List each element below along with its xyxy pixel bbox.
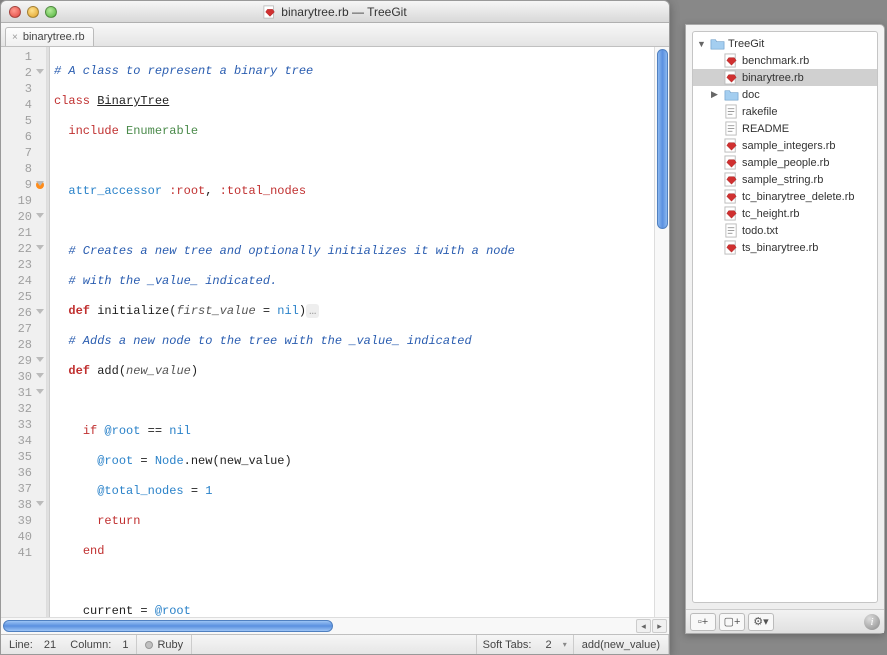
line-number[interactable]: 1 <box>1 49 46 65</box>
line-number[interactable]: 32 <box>1 401 46 417</box>
tree-item-benchmark-rb[interactable]: benchmark.rb <box>693 52 877 69</box>
tree-item-ts-binarytree-rb[interactable]: ts_binarytree.rb <box>693 239 877 256</box>
disclosure-triangle-icon[interactable]: ▼ <box>697 39 707 49</box>
tree-item-todo-txt[interactable]: todo.txt <box>693 222 877 239</box>
tree-item-tc-height-rb[interactable]: tc_height.rb <box>693 205 877 222</box>
line-number[interactable]: 39 <box>1 513 46 529</box>
line-number[interactable]: 31 <box>1 385 46 401</box>
language-selector[interactable]: Ruby <box>137 635 192 654</box>
line-number[interactable]: 30 <box>1 369 46 385</box>
line-number[interactable]: 3 <box>1 81 46 97</box>
language-dot-icon <box>145 641 153 649</box>
tree-item-label: README <box>742 123 789 135</box>
tree-root[interactable]: ▼TreeGit <box>693 35 877 52</box>
tree-item-label: doc <box>742 89 760 101</box>
line-number[interactable]: 2 <box>1 65 46 81</box>
tree-item-label: sample_string.rb <box>742 174 823 186</box>
line-number[interactable]: 36 <box>1 465 46 481</box>
project-drawer: ▼TreeGit benchmark.rb binarytree.rb ▶ doc rak… <box>685 24 885 634</box>
tree-item-label: benchmark.rb <box>742 55 809 67</box>
line-number[interactable]: 34 <box>1 433 46 449</box>
editor-window: binarytree.rb — TreeGit × binarytree.rb … <box>0 0 670 655</box>
window-title: binarytree.rb — TreeGit <box>1 5 669 19</box>
tree-item-label: tc_binarytree_delete.rb <box>742 191 855 203</box>
line-number[interactable]: 4 <box>1 97 46 113</box>
cursor-position[interactable]: Line: 21 Column: 1 <box>1 635 137 654</box>
minimize-button[interactable] <box>27 6 39 18</box>
tree-item-rakefile[interactable]: rakefile <box>693 103 877 120</box>
line-number[interactable]: 23 <box>1 257 46 273</box>
close-button[interactable] <box>9 6 21 18</box>
soft-tabs-selector[interactable]: Soft Tabs: 2 ▾ <box>477 635 574 654</box>
tree-item-sample-people-rb[interactable]: sample_people.rb <box>693 154 877 171</box>
line-number[interactable]: 38 <box>1 497 46 513</box>
tab-binarytree[interactable]: × binarytree.rb <box>5 27 94 46</box>
file-tree[interactable]: ▼TreeGit benchmark.rb binarytree.rb ▶ doc rak… <box>692 31 878 603</box>
tree-item-label: tc_height.rb <box>742 208 799 220</box>
new-folder-button[interactable]: ▢+ <box>719 613 745 631</box>
vertical-scrollbar[interactable] <box>654 47 669 617</box>
line-number[interactable]: 9 <box>1 177 46 193</box>
status-bar: Line: 21 Column: 1 Ruby Soft Tabs: 2 ▾ a… <box>1 634 669 654</box>
line-number[interactable]: 33 <box>1 417 46 433</box>
scope-selector[interactable]: add(new_value) <box>574 635 669 654</box>
disclosure-triangle-icon[interactable]: ▶ <box>711 89 721 100</box>
info-button[interactable]: i <box>864 614 880 630</box>
hscroll-thumb[interactable] <box>3 620 333 632</box>
line-gutter[interactable]: 1234567891920212223242526272829303132333… <box>1 47 47 617</box>
tree-item-label: binarytree.rb <box>742 72 804 84</box>
line-number[interactable]: 26 <box>1 305 46 321</box>
line-number[interactable]: 22 <box>1 241 46 257</box>
scroll-thumb[interactable] <box>657 49 668 229</box>
action-menu-button[interactable]: ⚙▾ <box>748 613 774 631</box>
tree-item-label: sample_integers.rb <box>742 140 836 152</box>
tree-item-tc-binarytree-delete-rb[interactable]: tc_binarytree_delete.rb <box>693 188 877 205</box>
traffic-lights <box>1 6 57 18</box>
tab-close-icon[interactable]: × <box>10 32 20 43</box>
line-number[interactable]: 40 <box>1 529 46 545</box>
tab-bar: × binarytree.rb <box>1 23 669 47</box>
line-number[interactable]: 24 <box>1 273 46 289</box>
line-number[interactable]: 8 <box>1 161 46 177</box>
status-spacer <box>192 635 477 654</box>
tree-item-sample-string-rb[interactable]: sample_string.rb <box>693 171 877 188</box>
scroll-right-button[interactable]: ▸ <box>652 619 667 633</box>
new-file-button[interactable]: ▫+ <box>690 613 716 631</box>
zoom-button[interactable] <box>45 6 57 18</box>
titlebar[interactable]: binarytree.rb — TreeGit <box>1 1 669 23</box>
ruby-file-icon <box>263 5 277 19</box>
line-number[interactable]: 35 <box>1 449 46 465</box>
line-number[interactable]: 21 <box>1 225 46 241</box>
tree-item-label: ts_binarytree.rb <box>742 242 818 254</box>
line-number[interactable]: 37 <box>1 481 46 497</box>
horizontal-scrollbar[interactable]: ◂ ▸ <box>1 617 669 634</box>
line-number[interactable]: 29 <box>1 353 46 369</box>
drawer-toolbar: ▫+ ▢+ ⚙▾ i <box>686 609 884 633</box>
tree-item-sample-integers-rb[interactable]: sample_integers.rb <box>693 137 877 154</box>
line-number[interactable]: 5 <box>1 113 46 129</box>
tree-item-readme[interactable]: README <box>693 120 877 137</box>
tree-item-label: rakefile <box>742 106 777 118</box>
tree-item-binarytree-rb[interactable]: binarytree.rb <box>693 69 877 86</box>
editor-area: 1234567891920212223242526272829303132333… <box>1 47 669 617</box>
line-number[interactable]: 27 <box>1 321 46 337</box>
line-number[interactable]: 20 <box>1 209 46 225</box>
line-number[interactable]: 28 <box>1 337 46 353</box>
line-number[interactable]: 7 <box>1 145 46 161</box>
line-number[interactable]: 6 <box>1 129 46 145</box>
line-number[interactable]: 19 <box>1 193 46 209</box>
line-number[interactable]: 41 <box>1 545 46 561</box>
fold-ellipsis[interactable]: … <box>306 304 319 318</box>
line-number[interactable]: 25 <box>1 289 46 305</box>
tree-item-doc[interactable]: ▶ doc <box>693 86 877 103</box>
tab-label: binarytree.rb <box>23 31 85 43</box>
tree-item-label: sample_people.rb <box>742 157 829 169</box>
scroll-left-button[interactable]: ◂ <box>636 619 651 633</box>
code-view[interactable]: # A class to represent a binary tree cla… <box>50 47 654 617</box>
tree-item-label: todo.txt <box>742 225 778 237</box>
